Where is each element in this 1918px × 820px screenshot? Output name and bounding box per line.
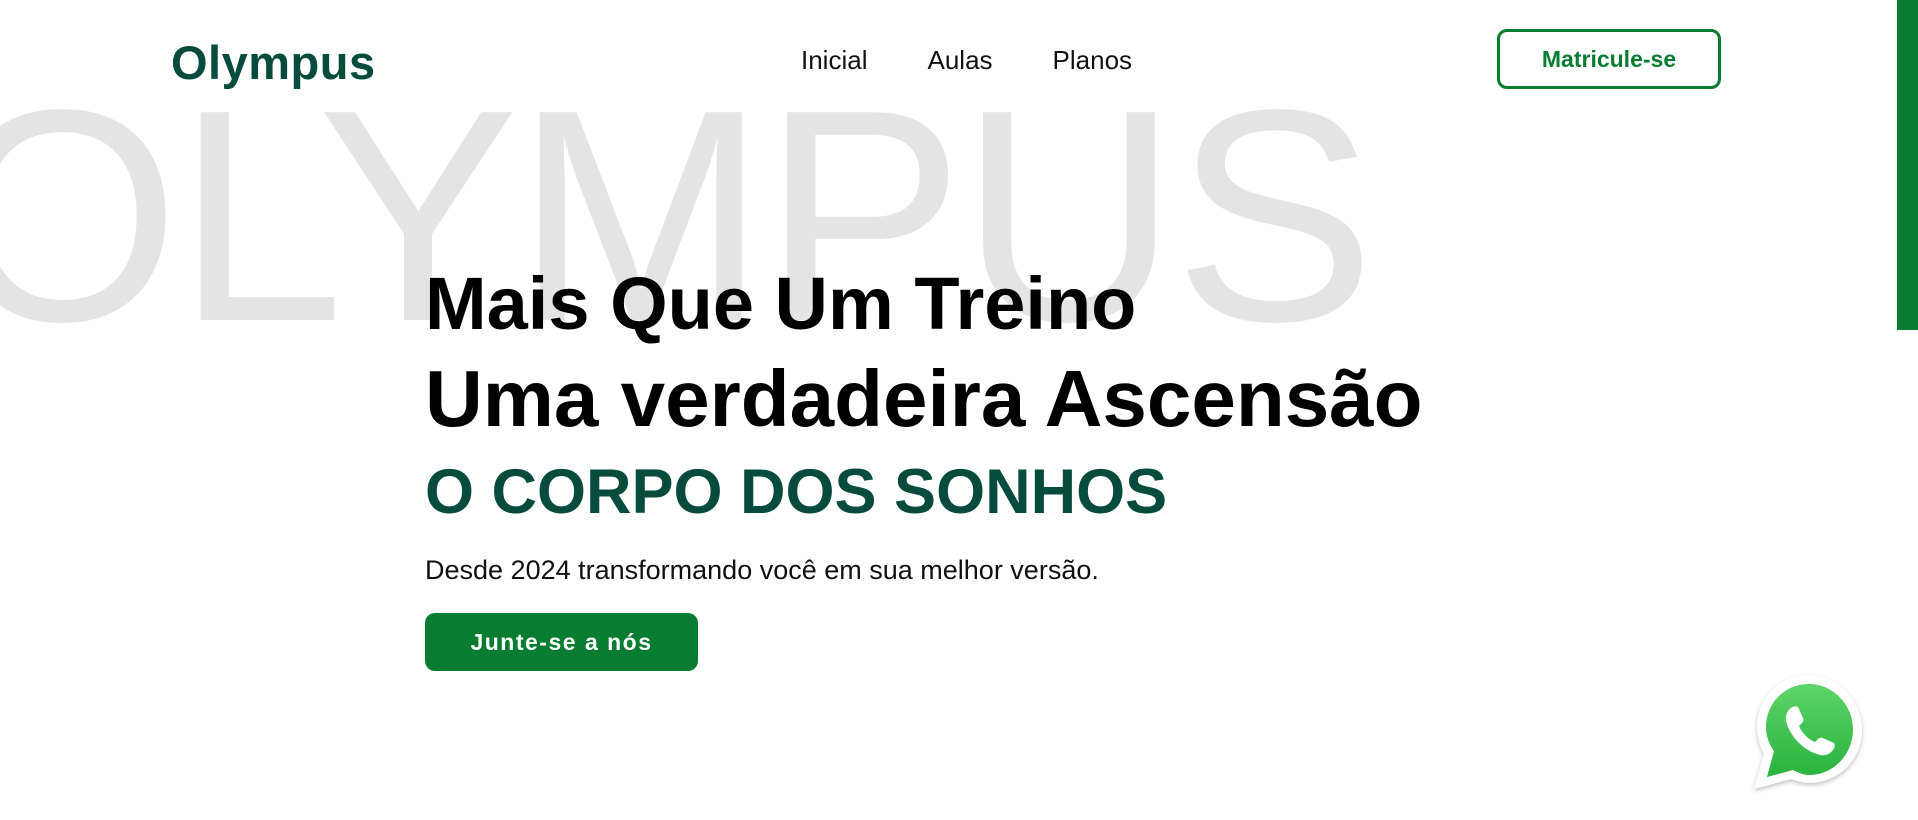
nav-item-aulas[interactable]: Aulas [927,44,992,76]
site-logo[interactable]: Olympus [171,36,376,90]
hero-headline-line1: Mais Que Um Treino [425,262,1137,345]
nav-item-planos[interactable]: Planos [1053,44,1133,76]
nav-item-inicial[interactable]: Inicial [801,44,867,76]
hero-headline-line2: Uma verdadeira Ascensão [425,353,1423,443]
right-accent-bar [1897,0,1918,330]
hero-section: Mais Que Um Treino Uma verdadeira Ascens… [425,258,1423,672]
signup-button[interactable]: Matricule-se [1497,29,1721,89]
whatsapp-icon-graphic [1754,675,1862,789]
hero-tagline: O CORPO DOS SONHOS [425,456,1168,527]
join-us-button[interactable]: Junte-se a nós [425,613,698,672]
hero-subtitle: Desde 2024 transformando você em sua mel… [425,555,1099,586]
whatsapp-icon[interactable] [1748,671,1870,795]
main-nav: Inicial Aulas Planos [801,44,1132,76]
landing-page: OLYMPUS Olympus Inicial Aulas Planos Mat… [0,0,1918,820]
